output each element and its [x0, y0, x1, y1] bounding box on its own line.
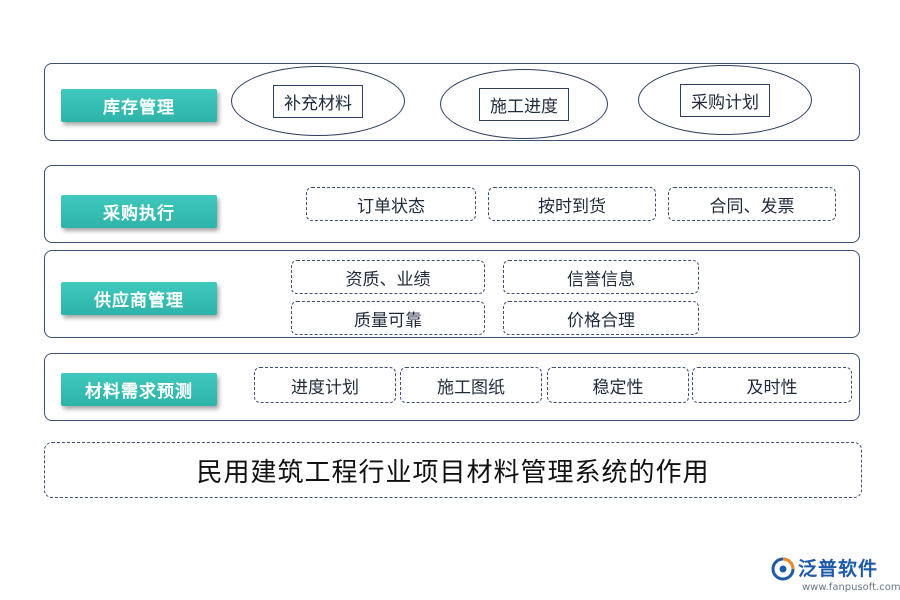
forecast-item: 稳定性: [547, 367, 689, 403]
inventory-panel: 库存管理 补充材料 施工进度 采购计划: [44, 63, 860, 141]
supplier-item: 价格合理: [503, 301, 699, 335]
inventory-item-ellipse: 采购计划: [638, 65, 812, 135]
diagram-title: 民用建筑工程行业项目材料管理系统的作用: [44, 442, 862, 498]
inventory-item-ellipse: 补充材料: [231, 66, 405, 136]
forecast-item: 进度计划: [254, 367, 396, 403]
procurement-item: 订单状态: [306, 187, 476, 221]
supplier-panel: 供应商管理 资质、业绩 信誉信息 质量可靠 价格合理: [44, 250, 860, 338]
procurement-tag: 采购执行: [61, 195, 217, 228]
inventory-tag: 库存管理: [61, 89, 217, 122]
brand-url: www.fanpusoft.com: [802, 582, 900, 593]
forecast-tag: 材料需求预测: [61, 373, 217, 406]
procurement-panel: 采购执行 订单状态 按时到货 合同、发票: [44, 165, 860, 243]
inventory-item: 补充材料: [273, 84, 363, 118]
forecast-panel: 材料需求预测 进度计划 施工图纸 稳定性 及时性: [44, 353, 860, 421]
procurement-item: 合同、发票: [668, 187, 836, 221]
inventory-item: 施工进度: [479, 87, 569, 121]
inventory-item-ellipse: 施工进度: [440, 69, 608, 139]
procurement-item: 按时到货: [488, 187, 656, 221]
supplier-tag: 供应商管理: [61, 282, 217, 315]
supplier-item: 质量可靠: [291, 301, 485, 335]
supplier-item: 资质、业绩: [291, 260, 485, 294]
fanpu-logo-icon: [771, 557, 795, 581]
forecast-item: 及时性: [692, 367, 852, 403]
inventory-item: 采购计划: [680, 83, 770, 117]
forecast-item: 施工图纸: [400, 367, 542, 403]
brand-name: 泛普软件: [798, 558, 879, 580]
supplier-item: 信誉信息: [503, 260, 699, 294]
brand-logo: 泛普软件 www.fanpusoft.com: [768, 552, 900, 598]
